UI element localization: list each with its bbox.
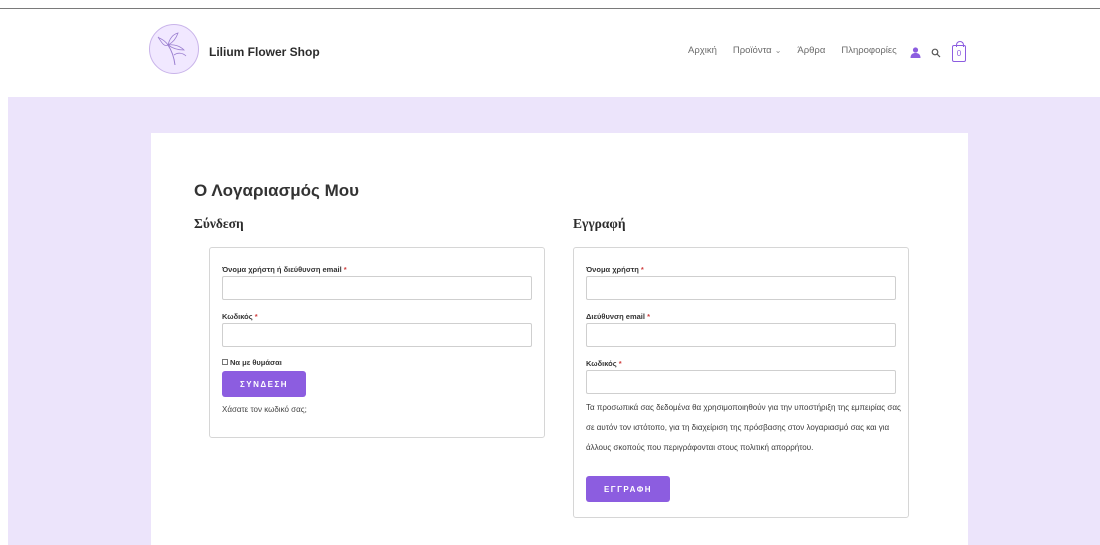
- register-username-input[interactable]: [586, 276, 896, 300]
- login-password-label-text: Κωδικός: [222, 312, 253, 321]
- register-username-label-text: Όνομα χρήστη: [586, 265, 639, 274]
- login-username-input[interactable]: [222, 276, 532, 300]
- required-marker: *: [343, 265, 347, 274]
- nav-item-products[interactable]: Προϊόντα ⌄: [733, 45, 782, 56]
- required-marker: *: [254, 312, 258, 321]
- register-password-input[interactable]: [586, 370, 896, 394]
- register-password-label: Κωδικός *: [586, 359, 622, 368]
- chevron-down-icon: ⌄: [774, 46, 782, 55]
- login-username-label: Όνομα χρήστη ή διεύθυνση email *: [222, 265, 347, 274]
- required-marker: *: [618, 359, 622, 368]
- register-email-input[interactable]: [586, 323, 896, 347]
- privacy-notice: Τα προσωπικά σας δεδομένα θα χρησιμοποιη…: [586, 403, 901, 452]
- register-email-label-text: Διεύθυνση email: [586, 312, 645, 321]
- nav-item-info[interactable]: Πληροφορίες: [841, 45, 896, 56]
- user-account-icon[interactable]: [910, 47, 921, 58]
- site-brand-name[interactable]: Lilium Flower Shop: [209, 45, 320, 59]
- register-email-label: Διεύθυνση email *: [586, 312, 650, 321]
- search-icon[interactable]: [931, 48, 941, 58]
- nav-item-products-label: Προϊόντα: [732, 45, 772, 56]
- login-title: Σύνδεση: [194, 216, 244, 231]
- nav-item-articles[interactable]: Άρθρα: [797, 45, 825, 56]
- register-password-label-text: Κωδικός: [586, 359, 617, 368]
- login-password-label: Κωδικός *: [222, 312, 258, 321]
- required-marker: *: [647, 312, 650, 321]
- required-marker: *: [640, 265, 644, 274]
- remember-me-label[interactable]: Να με θυμάσαι: [230, 358, 282, 367]
- cart-count: 0: [956, 49, 962, 58]
- lily-logo-icon[interactable]: [149, 24, 199, 74]
- remember-me-checkbox[interactable]: [222, 359, 228, 365]
- nav-item-home[interactable]: Αρχική: [688, 45, 717, 56]
- register-title: Εγγραφή: [573, 216, 626, 231]
- site-header: Lilium Flower Shop Αρχική Προϊόντα ⌄ Άρθρ…: [0, 9, 1100, 97]
- lost-password-link[interactable]: Χάσατε τον κωδικό σας;: [222, 405, 307, 414]
- register-button[interactable]: ΕΓΓΡΑΦΗ: [586, 476, 670, 502]
- login-password-input[interactable]: [222, 323, 532, 347]
- login-username-label-text: Όνομα χρήστη ή διεύθυνση email: [222, 265, 342, 274]
- page-title: Ο Λογαριασμός Μου: [194, 181, 360, 200]
- register-username-label: Όνομα χρήστη *: [586, 265, 644, 274]
- login-button[interactable]: ΣΥΝΔΕΣΗ: [222, 371, 306, 397]
- cart-icon[interactable]: 0: [952, 41, 966, 62]
- main-navigation: Αρχική Προϊόντα ⌄ Άρθρα Πληροφορίες: [688, 45, 913, 56]
